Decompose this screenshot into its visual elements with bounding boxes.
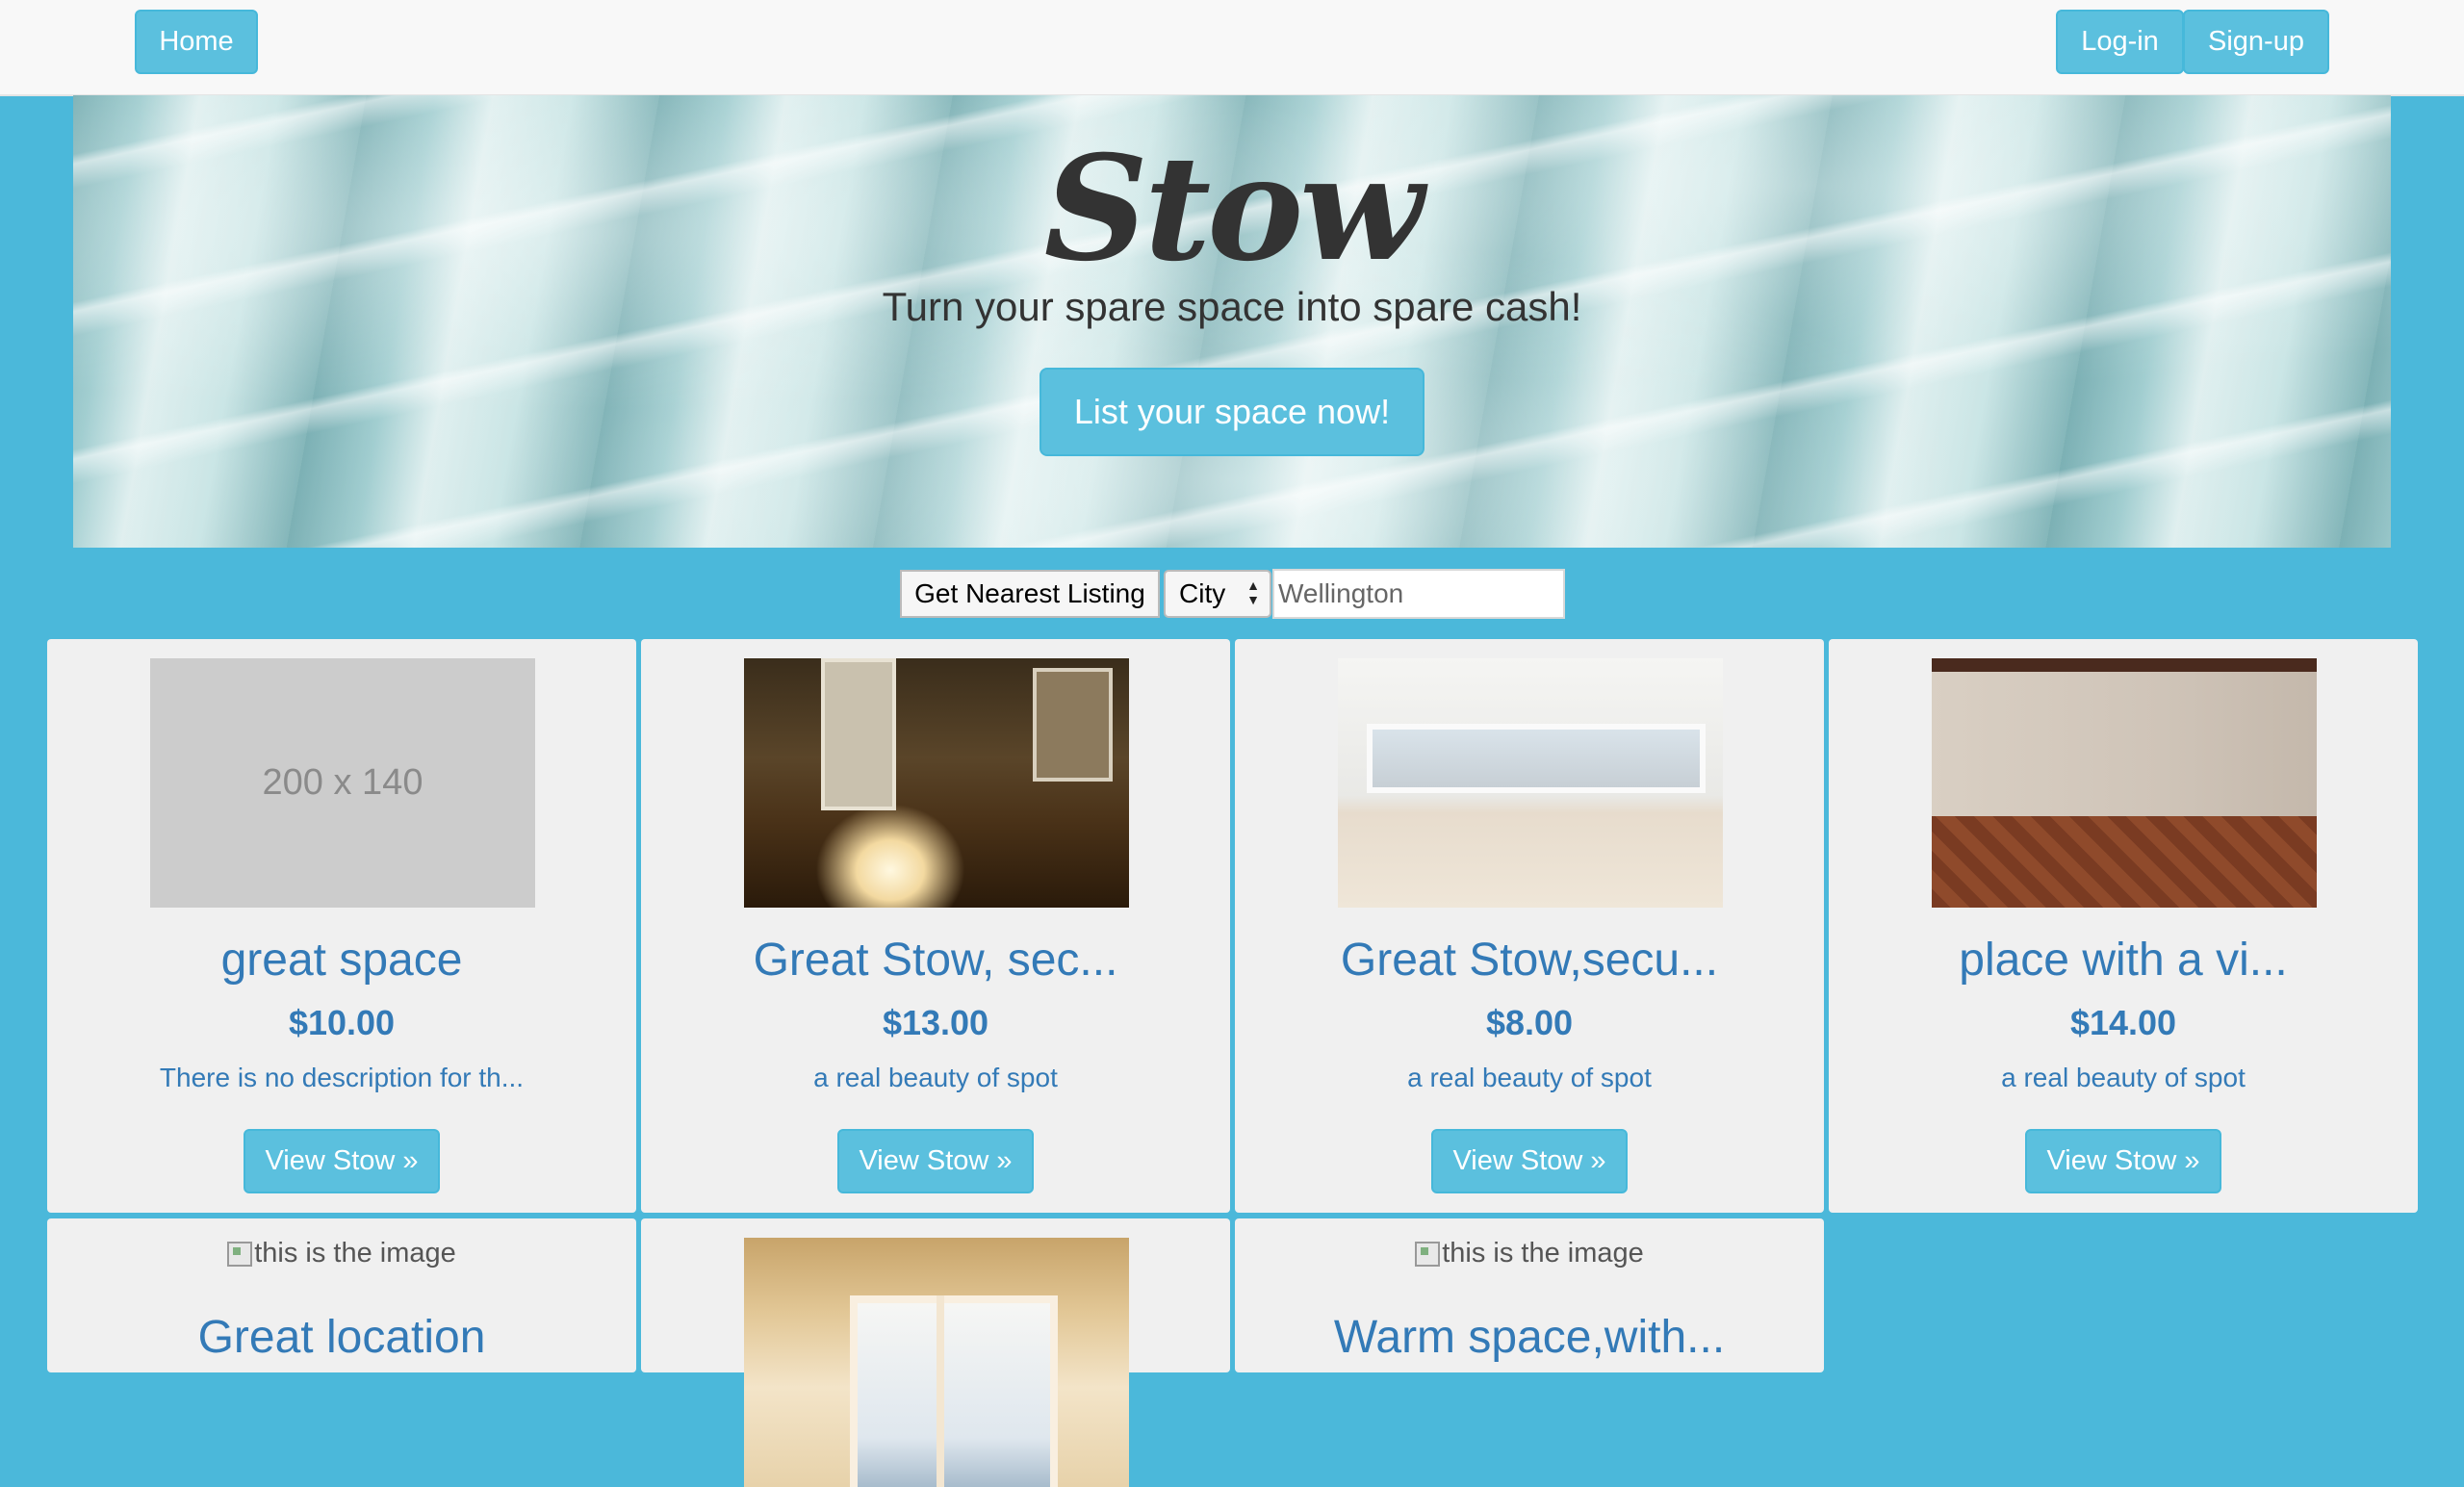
listing-thumbnail-placeholder: 200 x 140 xyxy=(150,658,535,908)
listing-price: $8.00 xyxy=(1485,1003,1574,1042)
search-type-value: City xyxy=(1179,578,1226,608)
city-input[interactable]: Wellington xyxy=(1272,569,1565,619)
listing-card: 200 x 140 great space $10.00 There is no… xyxy=(47,639,636,1213)
login-button[interactable]: Log-in xyxy=(2056,10,2184,74)
hero-banner: Stow Turn your spare space into spare ca… xyxy=(73,95,2391,548)
get-nearest-listing-button[interactable]: Get Nearest Listing xyxy=(900,570,1160,618)
view-stow-button[interactable]: View Stow » xyxy=(1431,1129,1628,1193)
listing-image-broken[interactable]: this is the image xyxy=(47,1238,636,1269)
listing-description: a real beauty of spot xyxy=(2001,1063,2246,1092)
listing-thumbnail[interactable] xyxy=(744,658,1129,908)
photo-window-detail xyxy=(1367,724,1706,793)
listing-price: $13.00 xyxy=(882,1003,989,1042)
listing-title[interactable]: Great location xyxy=(47,1311,636,1364)
listing-price: $10.00 xyxy=(288,1003,396,1042)
listing-description: There is no description for th... xyxy=(159,1063,525,1092)
home-button[interactable]: Home xyxy=(135,10,258,74)
photo-window-detail xyxy=(1033,668,1113,782)
listing-title[interactable]: great space xyxy=(47,934,636,987)
view-stow-button[interactable]: View Stow » xyxy=(2025,1129,2221,1193)
photo-window-detail xyxy=(937,1295,944,1487)
listing-card: place with a vi... $14.00 a real beauty … xyxy=(1829,639,2418,1213)
photo-window-detail xyxy=(850,1295,1058,1487)
select-arrows-icon: ▲ ▼ xyxy=(1246,577,1260,607)
photo-ceiling-detail xyxy=(1932,658,2317,672)
view-stow-button[interactable]: View Stow » xyxy=(837,1129,1034,1193)
image-alt-text: this is the image xyxy=(254,1238,456,1269)
photo-window-detail xyxy=(821,658,896,810)
image-alt-text: this is the image xyxy=(1442,1238,1644,1269)
listing-card: this is the image Warm space,with... xyxy=(1235,1218,1824,1372)
view-stow-button[interactable]: View Stow » xyxy=(244,1129,440,1193)
broken-image-icon xyxy=(227,1242,253,1268)
listing-thumbnail[interactable] xyxy=(1338,658,1723,908)
listing-image-broken[interactable]: this is the image xyxy=(1235,1238,1824,1269)
broken-image-icon xyxy=(1415,1242,1441,1268)
listing-card: Great Stow, sec... $13.00 a real beauty … xyxy=(641,639,1230,1213)
listing-description: a real beauty of spot xyxy=(1407,1063,1652,1092)
photo-floor-detail xyxy=(1932,816,2317,908)
listing-price: $14.00 xyxy=(2069,1003,2177,1042)
listing-thumbnail[interactable] xyxy=(744,1238,1129,1487)
listing-description: a real beauty of spot xyxy=(813,1063,1058,1092)
search-type-select[interactable]: City ▲ ▼ xyxy=(1164,570,1271,618)
listing-thumbnail[interactable] xyxy=(1932,658,2317,908)
listing-card: Great Stow,secu... $8.00 a real beauty o… xyxy=(1235,639,1824,1213)
listing-title[interactable]: Great Stow,secu... xyxy=(1235,934,1824,987)
listing-card xyxy=(641,1218,1230,1487)
list-space-button[interactable]: List your space now! xyxy=(1040,368,1424,456)
listing-card: this is the image Great location xyxy=(47,1218,636,1372)
signup-button[interactable]: Sign-up xyxy=(2183,10,2329,74)
hero-title: Stow xyxy=(1043,124,1424,294)
listing-title[interactable]: Great Stow, sec... xyxy=(641,934,1230,987)
listing-title[interactable]: Warm space,with... xyxy=(1235,1311,1824,1364)
hero-subtitle: Turn your spare space into spare cash! xyxy=(882,284,1582,329)
listing-title[interactable]: place with a vi... xyxy=(1829,934,2418,987)
top-navbar: Home Log-in Sign-up xyxy=(0,0,2464,96)
